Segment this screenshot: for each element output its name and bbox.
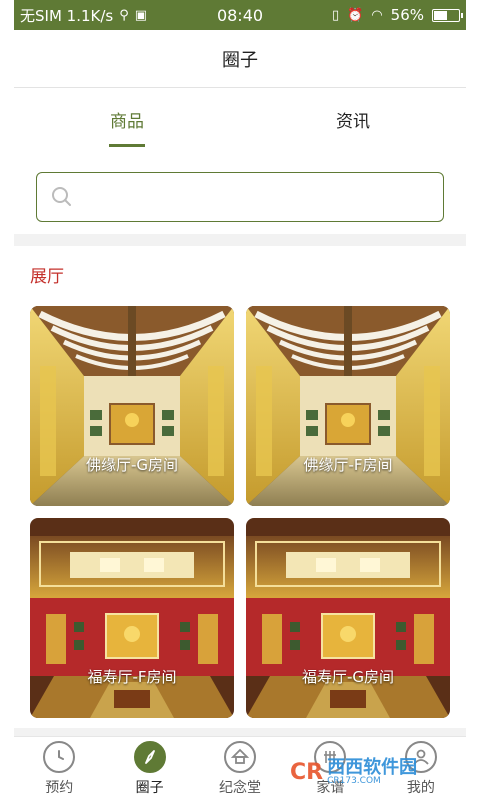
hall-photo-fortune <box>30 518 234 718</box>
search-icon <box>52 187 71 206</box>
status-bar: 无SIM 1.1K/s ⚲ ▣ 08:40 ▯ ⏰ ◠ 56% <box>14 0 466 30</box>
vibrate-icon: ▯ <box>331 7 340 23</box>
hall-photo-buddha <box>30 306 234 506</box>
nav-label: 预约 <box>45 779 74 796</box>
hall-card[interactable]: 福寿厅-F房间 <box>30 518 234 718</box>
tab-news[interactable]: 资讯 <box>240 88 466 150</box>
nav-item-appointment[interactable]: 预约 <box>14 737 104 800</box>
hall-card[interactable]: 福寿厅-G房间 <box>246 518 450 718</box>
battery-icon <box>432 8 463 22</box>
compass-icon <box>133 740 166 773</box>
hall-card-label: 佛缘厅-F房间 <box>303 456 393 474</box>
status-right: ▯ ⏰ ◠ 56% <box>331 6 463 24</box>
bottom-divider <box>14 728 466 736</box>
bottom-nav: 预约 圈子 纪念堂 家谱 我的 <box>14 736 466 800</box>
home-icon <box>224 740 257 773</box>
nav-label: 我的 <box>406 779 435 796</box>
search-box[interactable] <box>36 172 444 222</box>
battery-fill <box>434 10 448 20</box>
battery-percent: 56% <box>390 6 424 24</box>
nav-item-circle[interactable]: 圈子 <box>104 737 194 800</box>
page-title: 圈子 <box>14 30 466 88</box>
tab-products-label: 商品 <box>110 111 144 132</box>
usb-icon: ⚲ <box>119 7 129 23</box>
carrier-label: 无SIM 1.1K/s <box>20 6 114 25</box>
alarm-icon: ⏰ <box>347 7 364 23</box>
hall-card-label: 福寿厅-G房间 <box>301 668 395 686</box>
tab-products[interactable]: 商品 <box>14 88 240 150</box>
nav-item-profile[interactable]: 我的 <box>376 737 466 800</box>
wifi-icon: ◠ <box>371 7 383 23</box>
hall-card-label: 佛缘厅-G房间 <box>85 456 179 474</box>
nav-label: 家谱 <box>316 779 345 796</box>
hall-card-label: 福寿厅-F房间 <box>87 668 177 686</box>
nav-item-memorial[interactable]: 纪念堂 <box>195 737 285 800</box>
nav-item-family-tree[interactable]: 家谱 <box>285 737 375 800</box>
search-input[interactable] <box>81 173 443 221</box>
section-divider <box>14 234 466 246</box>
user-icon <box>404 740 437 773</box>
clock-icon <box>43 740 76 773</box>
notification-icon: ▣ <box>134 7 148 23</box>
hall-card[interactable]: 佛缘厅-G房间 <box>30 306 234 506</box>
tab-news-label: 资讯 <box>336 111 370 132</box>
family-tree-icon <box>314 740 347 773</box>
hall-card[interactable]: 佛缘厅-F房间 <box>246 306 450 506</box>
hall-photo-fortune <box>246 518 450 718</box>
nav-label: 圈子 <box>135 779 164 796</box>
tab-bar: 商品 资讯 <box>14 88 466 150</box>
nav-label: 纪念堂 <box>219 779 262 796</box>
hall-photo-buddha <box>246 306 450 506</box>
status-left: 无SIM 1.1K/s ⚲ ▣ <box>20 5 332 26</box>
section-title: 展厅 <box>30 267 64 287</box>
